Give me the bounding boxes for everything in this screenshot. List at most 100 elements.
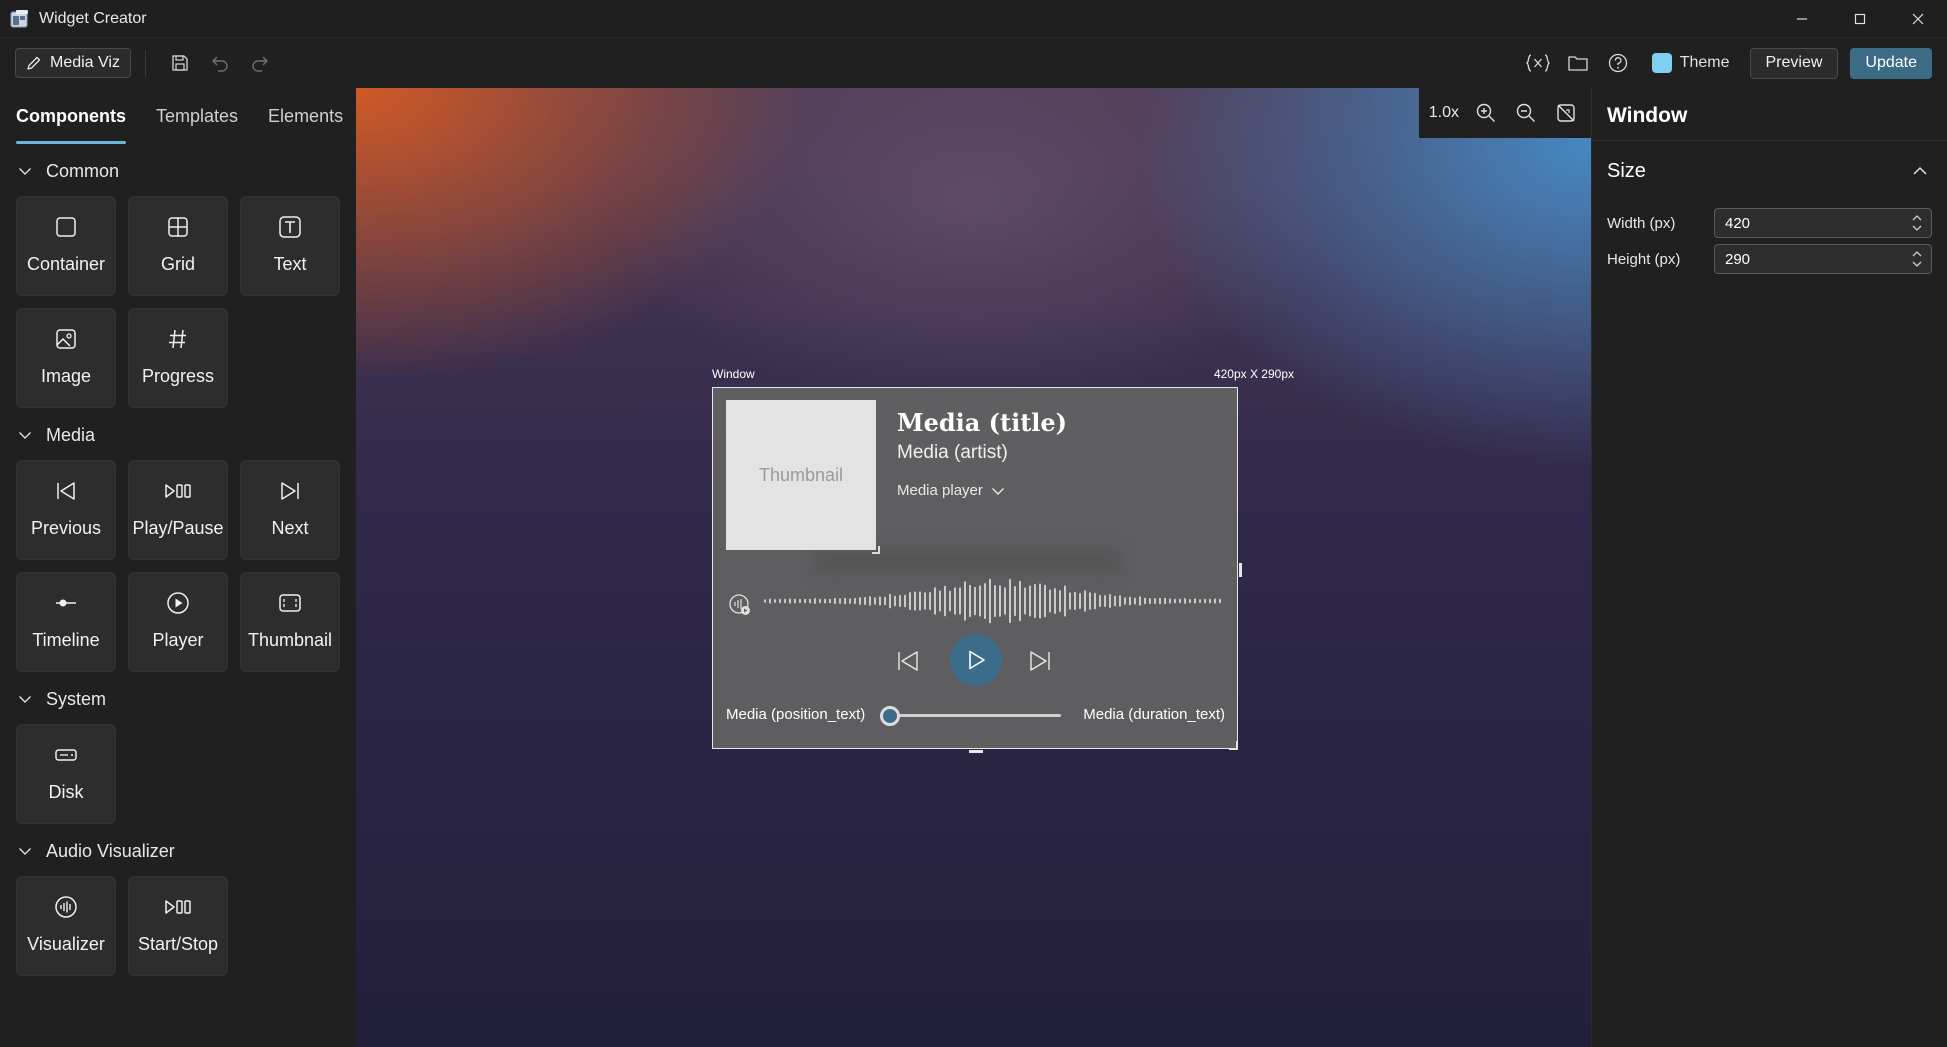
section-title: Media bbox=[46, 424, 96, 445]
tile-label: Visualizer bbox=[27, 934, 105, 954]
component-next[interactable]: Next bbox=[240, 460, 340, 560]
tile-label: Container bbox=[26, 254, 106, 274]
component-image[interactable]: Image bbox=[16, 308, 116, 408]
open-folder-button[interactable] bbox=[1558, 45, 1598, 81]
section-title: Audio Visualizer bbox=[46, 840, 175, 861]
zoom-out-button[interactable] bbox=[1513, 100, 1539, 126]
design-canvas[interactable]: 1.0x Window 420px X 290px Thumbnail Medi… bbox=[356, 88, 1591, 1047]
theme-label: Theme bbox=[1679, 54, 1730, 71]
tile-label: Previous bbox=[30, 518, 102, 538]
play-button[interactable] bbox=[950, 634, 1002, 686]
component-previous[interactable]: Previous bbox=[16, 460, 116, 560]
save-button[interactable] bbox=[160, 45, 200, 81]
tab-elements[interactable]: Elements bbox=[268, 88, 343, 144]
play-pause-icon bbox=[165, 484, 191, 498]
maximize-icon bbox=[1854, 13, 1866, 24]
media-thumbnail[interactable]: Thumbnail bbox=[726, 400, 876, 550]
disk-icon bbox=[55, 749, 77, 761]
redo-button[interactable] bbox=[240, 45, 280, 81]
component-timeline[interactable]: Timeline bbox=[16, 572, 116, 672]
widget-window-label: Window bbox=[712, 367, 755, 381]
component-progress[interactable]: Progress bbox=[128, 308, 228, 408]
media-player-dropdown[interactable]: Media player bbox=[897, 482, 1005, 499]
widget-app-icon bbox=[10, 9, 28, 27]
tab-templates[interactable]: Templates bbox=[156, 88, 238, 144]
previous-track-icon[interactable] bbox=[896, 649, 920, 673]
toolbar: Media Viz Theme Preview Update bbox=[0, 38, 1947, 88]
widget-preview[interactable]: Thumbnail Media (title) Media (artist) M… bbox=[712, 387, 1238, 749]
variables-button[interactable] bbox=[1518, 45, 1558, 81]
component-play-pause[interactable]: Play/Pause bbox=[128, 460, 228, 560]
component-visualizer[interactable]: Visualizer bbox=[16, 876, 116, 976]
close-button[interactable] bbox=[1889, 0, 1947, 38]
project-name: Media Viz bbox=[50, 54, 120, 71]
folder-icon bbox=[1568, 56, 1588, 71]
theme-toggle[interactable]: Theme bbox=[1651, 53, 1730, 73]
section-title: System bbox=[46, 688, 107, 709]
project-name-button[interactable]: Media Viz bbox=[15, 48, 131, 78]
next-track-icon[interactable] bbox=[1028, 649, 1052, 673]
timeline-track[interactable] bbox=[889, 714, 1061, 717]
start-stop-icon bbox=[165, 900, 191, 914]
component-grid[interactable]: Grid bbox=[128, 196, 228, 296]
section-common-header[interactable]: Common bbox=[0, 154, 356, 188]
height-value: 290 bbox=[1725, 250, 1751, 268]
component-text[interactable]: Text bbox=[240, 196, 340, 296]
position-text: Media (position_text) bbox=[726, 706, 866, 723]
height-input[interactable]: 290 bbox=[1714, 244, 1932, 274]
tile-label: Thumbnail bbox=[247, 630, 333, 650]
redo-icon bbox=[252, 56, 268, 72]
section-audio-visualizer-header[interactable]: Audio Visualizer bbox=[0, 834, 356, 868]
visualizer-icon bbox=[55, 896, 77, 918]
spinner-icon[interactable] bbox=[1911, 248, 1923, 270]
update-button[interactable]: Update bbox=[1850, 47, 1932, 79]
thumbnail-icon bbox=[279, 594, 301, 612]
audio-visualizer-components: Visualizer Start/Stop bbox=[0, 876, 356, 976]
media-artist[interactable]: Media (artist) bbox=[897, 442, 1008, 464]
resize-handle-corner[interactable] bbox=[1229, 741, 1238, 750]
component-disk[interactable]: Disk bbox=[16, 724, 116, 824]
resize-handle-right[interactable] bbox=[1239, 563, 1242, 577]
section-system-header[interactable]: System bbox=[0, 682, 356, 716]
component-thumbnail[interactable]: Thumbnail bbox=[240, 572, 340, 672]
media-title[interactable]: Media (title) bbox=[897, 408, 1067, 437]
tile-label: Image bbox=[40, 366, 92, 386]
app-title: Widget Creator bbox=[39, 9, 147, 27]
zoom-in-button[interactable] bbox=[1473, 100, 1499, 126]
tile-label: Grid bbox=[160, 254, 195, 274]
spinner-icon[interactable] bbox=[1911, 212, 1923, 234]
preview-button[interactable]: Preview bbox=[1749, 47, 1839, 79]
window-controls bbox=[1773, 0, 1947, 38]
play-icon bbox=[969, 650, 985, 670]
close-icon bbox=[1912, 13, 1924, 24]
size-section-header[interactable]: Size bbox=[1607, 160, 1646, 183]
undo-button[interactable] bbox=[200, 45, 240, 81]
component-container[interactable]: Container bbox=[16, 196, 116, 296]
image-icon bbox=[56, 329, 76, 349]
section-media-header[interactable]: Media bbox=[0, 418, 356, 452]
reset-zoom-button[interactable] bbox=[1553, 100, 1579, 126]
hash-icon bbox=[169, 329, 186, 349]
toolbar-separator bbox=[144, 50, 146, 76]
media-player-label: Media player bbox=[897, 482, 983, 499]
chevron-down-icon bbox=[19, 168, 31, 175]
resize-handle-bottom[interactable] bbox=[969, 750, 983, 753]
timeline-thumb[interactable] bbox=[880, 706, 900, 726]
component-start-stop[interactable]: Start/Stop bbox=[128, 876, 228, 976]
common-components: Container Grid Text Image Progress bbox=[0, 196, 356, 408]
maximize-button[interactable] bbox=[1831, 0, 1889, 38]
tab-components[interactable]: Components bbox=[16, 88, 126, 144]
visualizer-toggle-icon[interactable] bbox=[728, 593, 752, 617]
width-input[interactable]: 420 bbox=[1714, 208, 1932, 238]
tile-label: Player bbox=[152, 630, 204, 650]
help-button[interactable] bbox=[1598, 45, 1638, 81]
thumbnail-resize-handle[interactable] bbox=[872, 546, 880, 554]
width-row: Width (px) 420 bbox=[1607, 208, 1937, 238]
chevron-up-icon[interactable] bbox=[1911, 162, 1929, 180]
minimize-button[interactable] bbox=[1773, 0, 1831, 38]
component-player[interactable]: Player bbox=[128, 572, 228, 672]
pencil-icon bbox=[27, 56, 41, 70]
zoom-out-icon bbox=[1516, 103, 1535, 122]
grid-icon bbox=[168, 217, 188, 237]
chevron-down-icon bbox=[991, 487, 1004, 495]
